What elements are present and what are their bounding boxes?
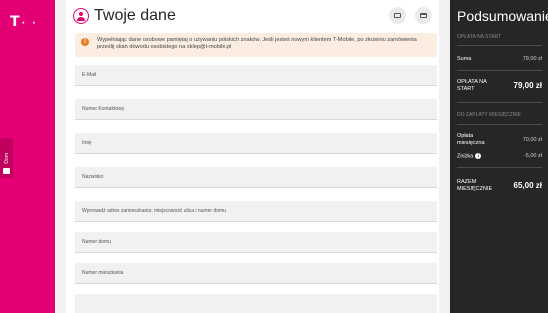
page-title: Twoje dane [94, 7, 176, 24]
total-value: 65,00 zł [513, 181, 542, 190]
address-field[interactable]: Wprowadź adres zamieszkania: miejscowość… [75, 201, 437, 222]
monthly-fee-label-line2: miesięczna [457, 140, 485, 146]
logo-dots: · · [21, 19, 38, 29]
start-fee-value: 79,00 zł [513, 81, 542, 90]
divider [457, 124, 542, 125]
apartment-number-field-label: Numer mieszkania [82, 270, 124, 276]
info-icon[interactable]: i [475, 153, 482, 159]
home-tab-label: Dom [3, 153, 10, 164]
apartment-number-field[interactable]: Numer mieszkania [75, 263, 437, 284]
summary-panel: Podsumowanie OPŁATA NA START Suma 79,00 … [450, 0, 548, 313]
email-field-label: E-Mail [82, 72, 97, 78]
chat-button[interactable] [389, 7, 406, 24]
house-number-field[interactable]: Numer domu [75, 232, 437, 253]
info-notice: ! Wypełniając dane osobowe pamiętaj o uż… [75, 33, 437, 57]
logo-letter: T [10, 14, 21, 30]
monthly-section-label: DO ZAPŁATY MIESIĘCZNIE [457, 112, 521, 118]
discount-value: -5,00 zł [523, 153, 542, 159]
address-field-label: Wprowadź adres zamieszkania: miejscowość… [82, 208, 226, 214]
monthly-fee-value: 70,00 zł [522, 137, 542, 143]
start-fee-label-line2: START [457, 86, 475, 92]
start-section-label: OPŁATA NA START [457, 34, 502, 40]
discount-row: Zniżka i [457, 153, 482, 160]
monthly-fee-label-line1: Opłata [457, 133, 474, 139]
divider [457, 70, 542, 71]
contact-number-field[interactable]: Numer Kontaktowy [75, 99, 437, 120]
sum-label: Suma [457, 56, 472, 62]
notice-text: Wypełniając dane osobowe pamiętaj o używ… [97, 37, 417, 50]
card-icon [420, 13, 427, 18]
divider [457, 102, 542, 103]
divider [457, 45, 542, 46]
home-tab[interactable]: Dom [0, 138, 13, 178]
page-header: Twoje dane [73, 5, 435, 27]
start-fee-label-line1: OPŁATA NA [457, 79, 487, 85]
main-panel: Twoje dane ! Wypełniając dane osobowe pa… [66, 0, 439, 313]
next-field[interactable] [75, 294, 437, 313]
contact-number-field-label: Numer Kontaktowy [82, 106, 125, 112]
first-name-field-label: Imię [82, 140, 92, 146]
last-name-field[interactable]: Nazwisko [75, 167, 437, 188]
last-name-field-label: Nazwisko [82, 174, 104, 180]
t-mobile-logo[interactable]: T· · [10, 14, 38, 30]
user-icon [73, 8, 89, 24]
chat-icon [394, 13, 401, 18]
divider [457, 167, 542, 168]
total-label-line2: MIESIĘCZNIE [457, 186, 493, 192]
total-label-line1: RAZEM [457, 179, 477, 185]
email-field[interactable]: E-Mail [75, 65, 437, 86]
left-sidebar: T· · Dom [0, 0, 55, 313]
house-number-field-label: Numer domu [82, 239, 111, 245]
home-icon [3, 168, 10, 174]
sum-value: 79,00 zł [522, 56, 542, 62]
first-name-field[interactable]: Imię [75, 133, 437, 154]
warning-icon: ! [81, 38, 89, 46]
summary-title: Podsumowanie [457, 8, 548, 24]
discount-label: Zniżka [457, 153, 474, 160]
payment-button[interactable] [415, 7, 432, 24]
